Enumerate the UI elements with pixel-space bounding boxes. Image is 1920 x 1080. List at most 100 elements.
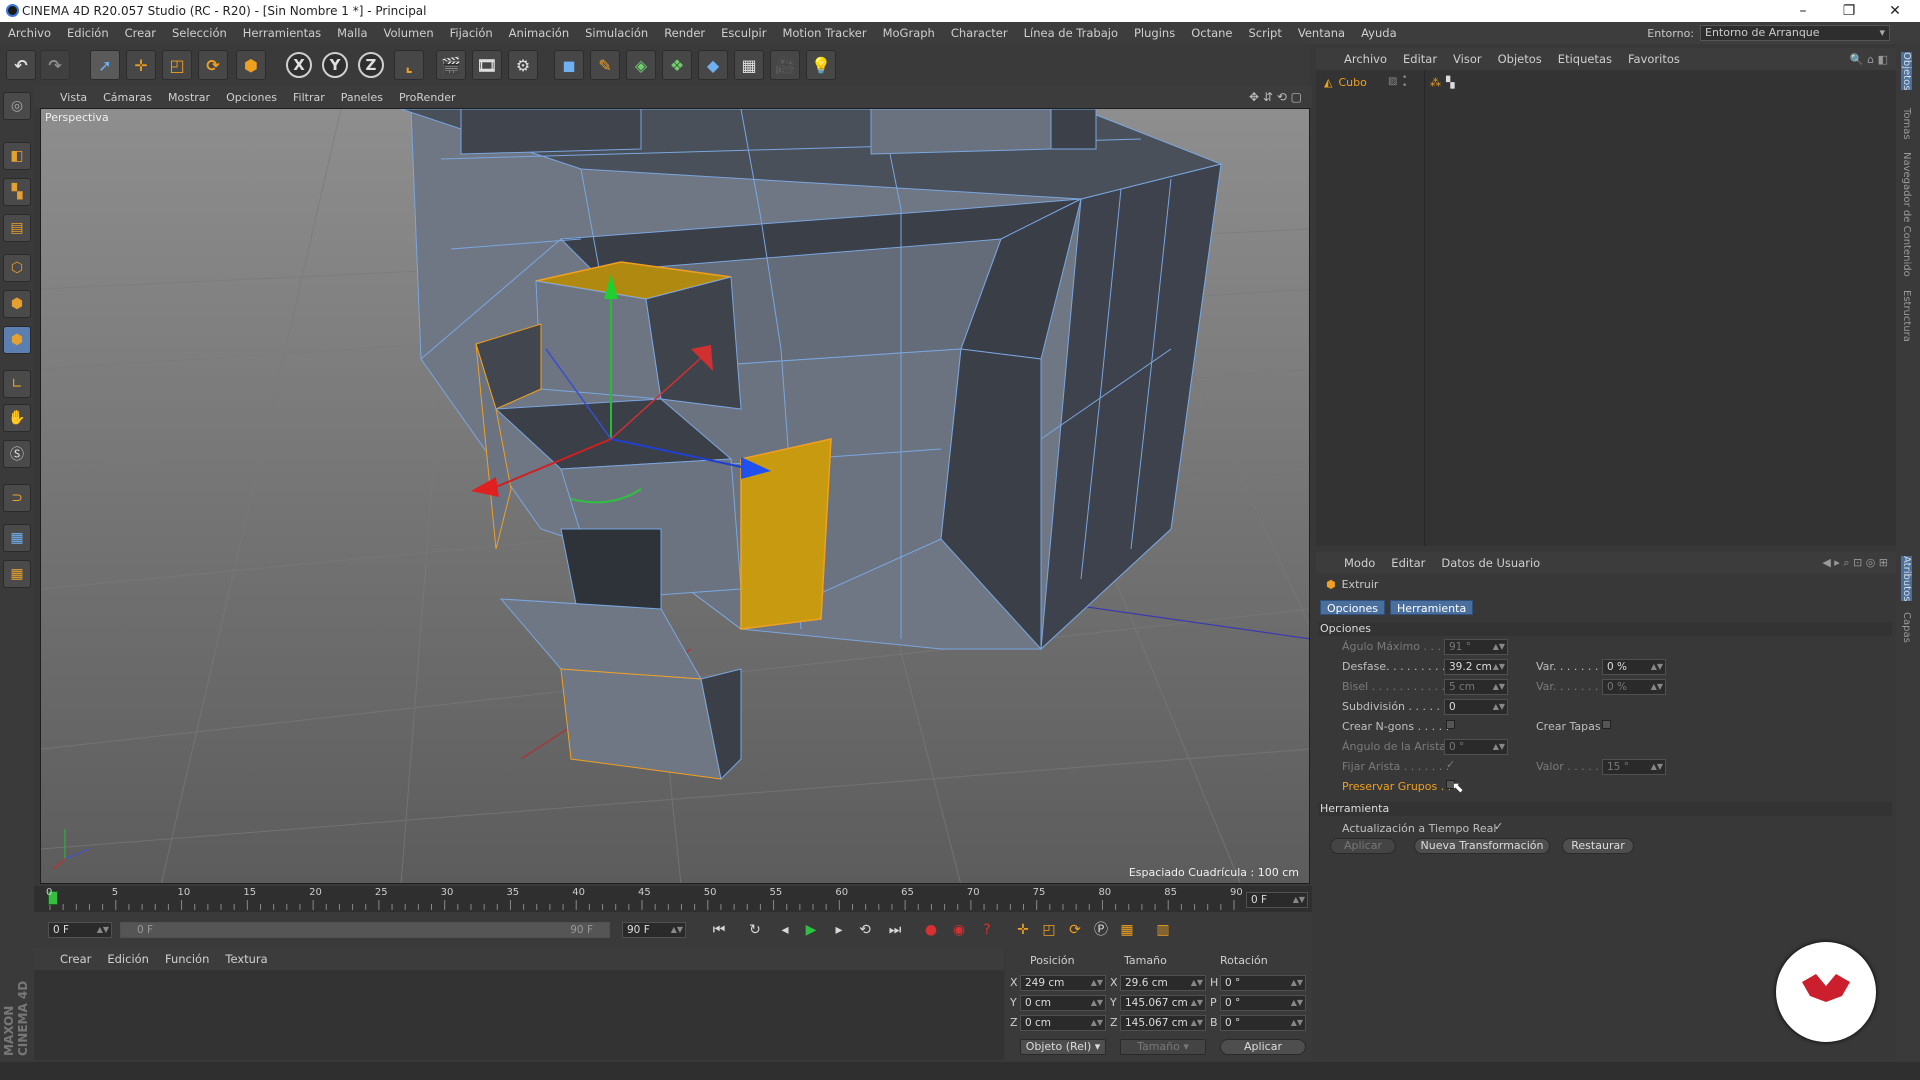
menu-simulacion[interactable]: Simulación <box>577 26 656 40</box>
tool-apply-button[interactable]: Aplicar <box>1330 838 1396 854</box>
record-keyframe-icon[interactable]: ● <box>920 920 942 940</box>
cube-primitive-icon[interactable]: ◼ <box>554 50 584 80</box>
crear-tapas-checkbox[interactable] <box>1602 720 1611 729</box>
rot-b-field[interactable]: 0 ° ▲▼ <box>1220 1015 1306 1031</box>
menu-crear[interactable]: Crear <box>117 26 164 40</box>
material-manager-area[interactable] <box>34 970 1004 1060</box>
workplane-mode-icon[interactable]: ▤ <box>3 214 31 242</box>
rot-h-field[interactable]: 0 ° ▲▼ <box>1220 975 1306 991</box>
loop-icon[interactable]: ↻ <box>744 920 766 940</box>
cloner-icon[interactable]: ❖ <box>662 50 692 80</box>
vtab-tomas[interactable]: Tomas <box>1901 108 1912 140</box>
angulo-arista-field[interactable]: 0 ° ▲▼ <box>1444 739 1508 755</box>
viewport-menu-opciones[interactable]: Opciones <box>218 91 285 104</box>
minimize-button[interactable]: – <box>1780 0 1826 22</box>
pos-x-field[interactable]: 249 cm ▲▼ <box>1020 975 1106 991</box>
menu-archivo[interactable]: Archivo <box>0 26 59 40</box>
menu-malla[interactable]: Malla <box>329 26 375 40</box>
menu-mograph[interactable]: MoGraph <box>875 26 943 40</box>
enable-axis-icon[interactable]: ∟ <box>3 370 31 398</box>
object-manager-search-icon[interactable]: 🔍 ⌂ ◧ <box>1850 53 1888 66</box>
key-position-icon[interactable]: ✛ <box>1012 920 1034 940</box>
menu-script[interactable]: Script <box>1241 26 1290 40</box>
restore-button[interactable]: ❐ <box>1826 0 1872 22</box>
menu-seleccion[interactable]: Selección <box>164 26 235 40</box>
polygons-mode-icon[interactable]: ⬢ <box>3 326 31 354</box>
close-button[interactable]: ✕ <box>1872 0 1918 22</box>
snap-icon[interactable]: ⊃ <box>3 484 31 512</box>
recent-tools-icon[interactable]: ⬢ <box>236 50 266 80</box>
make-editable-icon[interactable]: ◎ <box>3 92 31 120</box>
material-menu-textura[interactable]: Textura <box>217 952 275 966</box>
menu-render[interactable]: Render <box>656 26 713 40</box>
object-menu-etiquetas[interactable]: Etiquetas <box>1550 52 1620 66</box>
timeline-ruler[interactable]: 0 5 10 15 20 25 30 35 40 45 50 55 60 65 70 75 80 85 90 0 F… <box>34 886 1312 912</box>
planar-workplane-icon[interactable]: ▦ <box>3 560 31 588</box>
object-menu-editar[interactable]: Editar <box>1395 52 1445 66</box>
prev-frame-icon[interactable]: ◂ <box>774 920 796 940</box>
play-icon[interactable]: ▶ <box>800 920 822 940</box>
undo-icon[interactable]: ↶ <box>6 50 36 80</box>
bisel-field[interactable]: 5 cm ▲▼ <box>1444 679 1508 695</box>
size-x-field[interactable]: 29.6 cm ▲▼ <box>1120 975 1206 991</box>
realtime-update-checkbox[interactable]: ✓ <box>1494 820 1503 833</box>
material-menu-funcion[interactable]: Función <box>157 952 217 966</box>
coords-apply-button[interactable]: Aplicar <box>1220 1039 1306 1055</box>
keyframe-selection-icon[interactable]: ? <box>976 920 998 940</box>
render-picture-viewer-icon[interactable]: 🎞 <box>472 50 502 80</box>
start-frame-field[interactable]: 0 F ▲▼ <box>48 922 112 938</box>
vtab-atributos[interactable]: Atributos <box>1901 556 1912 602</box>
attribute-nav-icon[interactable]: ◀ ▸ ⌕ ⊡ ◎ ⊞ <box>1822 556 1888 570</box>
viewport-navigation-icon[interactable]: ✥ ⇵ ⟲ ▢ <box>1249 90 1302 104</box>
new-transform-button[interactable]: Nueva Transformación <box>1414 838 1550 854</box>
menu-volumen[interactable]: Volumen <box>376 26 442 40</box>
viewport-menu-filtrar[interactable]: Filtrar <box>285 91 333 104</box>
size-z-field[interactable]: 145.067 cm ▲▼ <box>1120 1015 1206 1031</box>
axis-z-lock-icon[interactable]: Z <box>358 52 384 78</box>
rotate-tool-icon[interactable]: ⟳ <box>198 50 228 80</box>
texture-tag-icon[interactable]: ▚ <box>1446 76 1454 89</box>
cycle-icon[interactable]: ⟲ <box>854 920 876 940</box>
coordinate-mode-dropdown[interactable]: Objeto (Rel) ▾ <box>1020 1039 1106 1055</box>
menu-esculpir[interactable]: Esculpir <box>713 26 774 40</box>
object-menu-visor[interactable]: Visor <box>1445 52 1490 66</box>
viewport-menu-mostrar[interactable]: Mostrar <box>160 91 218 104</box>
menu-ayuda[interactable]: Ayuda <box>1353 26 1405 40</box>
next-frame-icon[interactable]: ▸ <box>828 920 850 940</box>
light-icon[interactable]: 💡 <box>806 50 836 80</box>
timeline-window-icon[interactable]: ▥ <box>1152 920 1174 940</box>
reset-button[interactable]: Restaurar <box>1562 838 1634 854</box>
attribute-menu-datos-usuario[interactable]: Datos de Usuario <box>1433 556 1548 570</box>
object-menu-archivo[interactable]: Archivo <box>1336 52 1395 66</box>
valor-field[interactable]: 15 ° ▲▼ <box>1602 759 1666 775</box>
menu-fijacion[interactable]: Fijación <box>442 26 501 40</box>
key-rotation-icon[interactable]: ⟳ <box>1064 920 1086 940</box>
attribute-menu-modo[interactable]: Modo <box>1336 556 1383 570</box>
viewport-menu-paneles[interactable]: Paneles <box>333 91 391 104</box>
floor-environment-icon[interactable]: ▦ <box>734 50 764 80</box>
end-frame-field[interactable]: 90 F ▲▼ <box>622 922 686 938</box>
object-manager-divider[interactable] <box>1424 70 1425 546</box>
vtab-navegador[interactable]: Navegador de Contenido <box>1901 152 1912 277</box>
menu-linea-de-trabajo[interactable]: Línea de Trabajo <box>1016 26 1126 40</box>
points-mode-icon[interactable]: ⬡ <box>3 254 31 282</box>
axis-x-lock-icon[interactable]: X <box>286 52 312 78</box>
menu-ventana[interactable]: Ventana <box>1290 26 1353 40</box>
object-menu-objetos[interactable]: Objetos <box>1490 52 1550 66</box>
menu-character[interactable]: Character <box>943 26 1016 40</box>
coordinate-system-icon[interactable]: ⌞ <box>394 50 424 80</box>
3d-viewport[interactable]: Perspectiva Espaciado Cuadrícula : 100 c… <box>40 108 1310 884</box>
menu-motion-tracker[interactable]: Motion Tracker <box>774 26 874 40</box>
menu-plugins[interactable]: Plugins <box>1126 26 1183 40</box>
environment-dropdown[interactable]: Entorno de Arranque <box>1700 25 1890 41</box>
vtab-capas[interactable]: Capas <box>1901 612 1912 643</box>
material-menu-crear[interactable]: Crear <box>52 952 99 966</box>
material-menu-edicion[interactable]: Edición <box>99 952 157 966</box>
key-pla-icon[interactable]: ▦ <box>1116 920 1138 940</box>
rot-p-field[interactable]: 0 ° ▲▼ <box>1220 995 1306 1011</box>
menu-octane[interactable]: Octane <box>1183 26 1240 40</box>
object-manager-tree[interactable]: ◭ Cubo ▨ • • ⁂ ▚ <box>1316 70 1896 546</box>
spline-pen-icon[interactable]: ✎ <box>590 50 620 80</box>
size-y-field[interactable]: 145.067 cm ▲▼ <box>1120 995 1206 1011</box>
var-field-1[interactable]: 0 % ▲▼ <box>1602 659 1666 675</box>
